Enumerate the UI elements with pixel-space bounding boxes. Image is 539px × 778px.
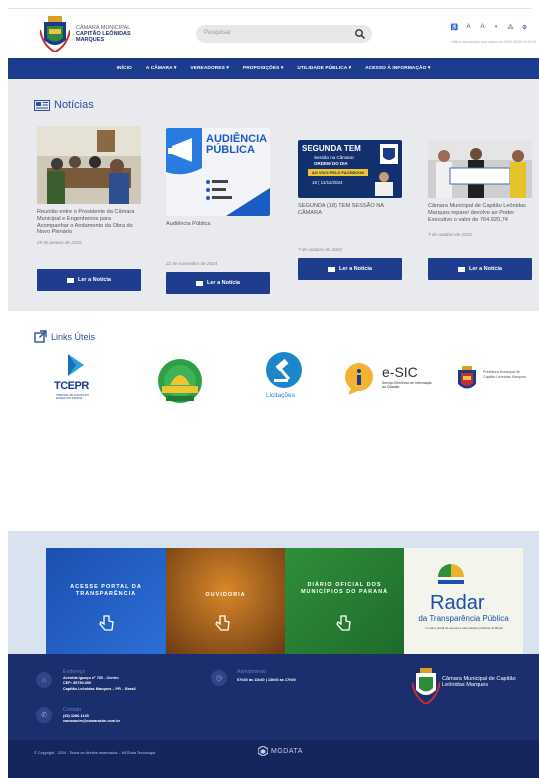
crest-logo-icon[interactable] <box>40 16 70 52</box>
accessibility-toolbar: ♿ A A ◐ ⁂ ⚙ <box>450 22 529 32</box>
hand-pointer-icon <box>215 615 230 631</box>
search-input[interactable]: Pesquisar <box>196 25 372 43</box>
hours-value: 07h30 às 11h30 | 13h00 às 17h00 <box>237 678 296 682</box>
contact-value: (45) 3286-1145 camaracim@camaraclm.com.b… <box>63 714 121 724</box>
contrast-icon[interactable]: ◐ <box>492 24 501 30</box>
news-thumbnail-devolucao[interactable] <box>428 140 532 198</box>
esic-link[interactable]: e-SIC Serviço Eletrônico de Informação a… <box>344 360 434 400</box>
nav-item-vereadores[interactable]: VEREADORES ▾ <box>190 66 229 71</box>
news-card-title[interactable]: Audiência Pública <box>166 221 270 228</box>
footer-crest-icon <box>412 668 440 704</box>
address-value: Avenida Iguaçu nº 760 - Centro CEP: 8579… <box>63 676 136 691</box>
news-section-title: Notícias <box>34 99 94 111</box>
check-handover-photo-icon <box>428 140 532 198</box>
tcepr-link[interactable]: TCEPR TRIBUNAL DE CONTAS DO ESTADO DO PA… <box>52 352 100 408</box>
settings-icon[interactable]: ⚙ <box>520 24 529 31</box>
gavel-icon <box>266 352 302 388</box>
prefeitura-link[interactable]: Prefeitura Municipal de Capitão Leônidas… <box>455 366 535 396</box>
read-more-button[interactable]: Ler a Notícia <box>298 258 402 280</box>
prevencao-corrupcao-link[interactable] <box>156 355 204 407</box>
speaker-photo-icon <box>375 172 393 196</box>
news-card-title[interactable]: Reunião entre o Presidente da Câmara Mun… <box>37 209 141 236</box>
news-card[interactable]: Reunião entre o Presidente da Câmara Mun… <box>37 126 141 245</box>
news-thumbnail-meeting[interactable] <box>37 126 141 204</box>
news-thumbnail-sessao[interactable]: SEGUNDA TEM Sessão na Câmara! ORDEM DO D… <box>298 140 402 198</box>
thumb-date: 18 | 11/11/2024 <box>312 180 343 185</box>
thumb-title: AUDIÊNCIA PÚBLICA <box>206 133 267 156</box>
prefeitura-crest-icon <box>458 366 476 389</box>
hours-label: Atendimento <box>237 669 267 675</box>
sitemap-icon[interactable]: ⁂ <box>506 24 515 31</box>
search-icon[interactable] <box>354 28 366 40</box>
mgdata-brand[interactable]: MGDATA <box>258 746 303 756</box>
news-card-date: 29 de janeiro de 2025 <box>37 240 82 246</box>
prevention-seal-icon <box>158 359 202 403</box>
crest-icon <box>380 144 398 164</box>
news-card-title[interactable]: Câmara Municipal de Capitão Leônidas Mar… <box>428 203 532 223</box>
home-icon: ⌂ <box>36 672 52 688</box>
mgdata-logo-icon <box>258 746 268 756</box>
nav-item-inicio[interactable]: INÍCIO <box>117 66 132 71</box>
news-card-title[interactable]: SEGUNDA (18) TEM SESSÃO NA CÂMARA <box>298 203 402 217</box>
newspaper-icon <box>34 99 50 111</box>
read-more-button[interactable]: Ler a Notícia <box>428 258 532 280</box>
top-divider <box>8 8 531 9</box>
info-bubble-icon <box>345 363 373 395</box>
licitacoes-link[interactable]: Licitações <box>262 352 306 404</box>
clock-icon: ◷ <box>211 670 227 686</box>
news-card-date: 7 de outubro de 2024 <box>428 232 472 238</box>
logo-text[interactable]: CÂMARA MUNICIPAL CAPITÃO LEÔNIDAS MARQUE… <box>76 25 146 43</box>
news-card-date: 7 de outubro de 2024 <box>298 246 342 252</box>
news-card-date: 22 de novembro de 2024 <box>166 260 218 266</box>
hand-pointer-icon <box>99 615 114 631</box>
search-placeholder: Pesquisar <box>204 30 231 36</box>
main-navigation: INÍCIO A CÂMARA ▾ VEREADORES ▾ PROPOSIÇÕ… <box>8 58 539 79</box>
contact-label: Contato <box>63 707 82 713</box>
news-card[interactable]: AUDIÊNCIA PÚBLICA Audiência Pública 22 d… <box>166 128 270 266</box>
news-section: Notícias Reunião entre o Presidente da C… <box>8 79 539 311</box>
phone-icon: ✆ <box>36 707 52 723</box>
radar-transparencia-banner[interactable]: Radar da Transparência Pública O maior p… <box>404 548 523 654</box>
news-card[interactable]: SEGUNDA TEM Sessão na Câmara! ORDEM DO D… <box>298 140 402 252</box>
read-more-button[interactable]: Ler a Notícia <box>37 269 141 291</box>
last-update-text: Última atualização dos dados em 20/01/20… <box>451 40 536 44</box>
tcepr-logo-icon <box>68 354 84 376</box>
links-section-title: Links Úteis <box>34 330 95 343</box>
radar-logo-icon <box>438 564 464 584</box>
diario-oficial-banner[interactable]: DIÁRIO OFICIAL DOS MUNICÍPIOS DO PARANÁ <box>285 548 404 654</box>
copyright-text: © Copyright - 2024 - Todos os direitos r… <box>34 751 156 755</box>
accessibility-icon[interactable]: ♿ <box>450 24 459 31</box>
envelope-icon <box>457 266 465 272</box>
thumb-subtitle: Sessão na Câmara! <box>314 155 354 160</box>
transparency-portal-banner[interactable]: ACESSE PORTAL DA TRANSPARÊNCIA <box>46 548 166 654</box>
thumb-title: SEGUNDA TEM <box>302 144 361 153</box>
site-header: CÂMARA MUNICIPAL CAPITÃO LEÔNIDAS MARQUE… <box>0 0 539 58</box>
font-decrease-icon[interactable]: A <box>478 24 487 30</box>
thumb-subtitle-2: ORDEM DO DIA <box>314 161 348 166</box>
external-link-icon <box>34 330 47 343</box>
nav-item-acesso-informacao[interactable]: ACESSO À INFORMAÇÃO ▾ <box>365 66 430 71</box>
nav-item-utilidade-publica[interactable]: UTILIDADE PÚBLICA ▾ <box>297 66 351 71</box>
envelope-icon <box>327 266 335 272</box>
news-thumbnail-audiencia[interactable]: AUDIÊNCIA PÚBLICA <box>166 128 270 216</box>
news-card[interactable]: Câmara Municipal de Capitão Leônidas Mar… <box>428 140 532 237</box>
meeting-photo-icon <box>37 126 141 204</box>
read-more-button[interactable]: Ler a Notícia <box>166 272 270 294</box>
ouvidoria-banner[interactable]: OUVIDORIA <box>166 548 285 654</box>
envelope-icon <box>195 280 203 286</box>
footer-logo-text: Câmara Municipal de Capitão Leônidas Mar… <box>442 676 516 689</box>
thumb-band: AO VIVO PELO FACEBOOK <box>308 169 368 176</box>
font-increase-icon[interactable]: A <box>464 24 473 30</box>
envelope-icon <box>66 277 74 283</box>
nav-item-camara[interactable]: A CÂMARA ▾ <box>146 66 177 71</box>
site-footer: ⌂ Endereço Avenida Iguaçu nº 760 - Centr… <box>8 654 539 778</box>
nav-item-proposicoes[interactable]: PROPOSIÇÕES ▾ <box>243 66 284 71</box>
address-label: Endereço <box>63 669 86 675</box>
hand-pointer-icon <box>336 615 351 631</box>
